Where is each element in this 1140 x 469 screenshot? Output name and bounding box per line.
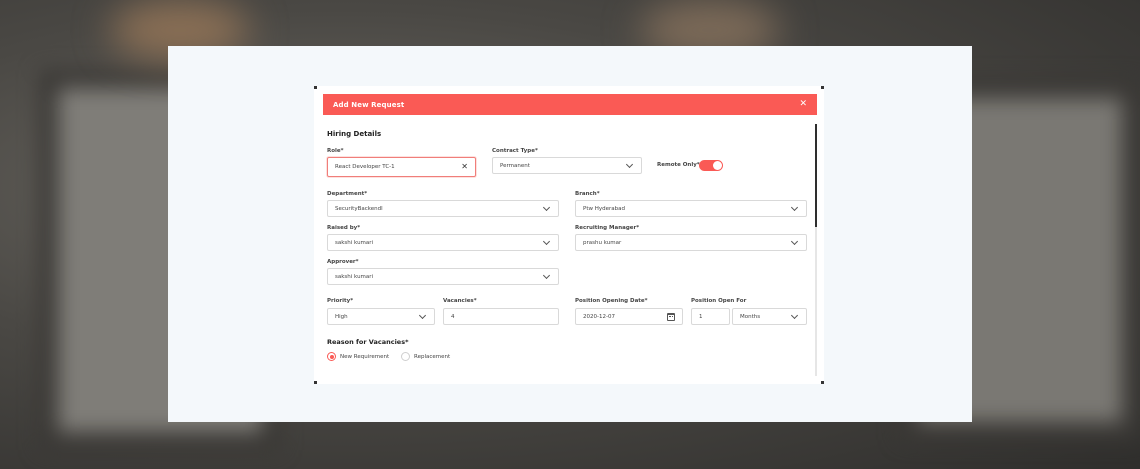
priority-select[interactable]: High <box>327 308 435 325</box>
raised-by-label: Raised by* <box>327 225 361 231</box>
chevron-down-icon <box>542 203 551 211</box>
corner-mark <box>314 381 317 384</box>
scrollbar[interactable] <box>815 124 817 376</box>
calendar-icon[interactable] <box>667 312 675 321</box>
branch-value: Ptw Hyderabad <box>583 205 625 212</box>
position-open-for-label: Position Open For <box>691 298 747 304</box>
position-open-for-unit-select[interactable]: Months <box>732 308 807 325</box>
radio-new-requirement[interactable] <box>327 352 336 361</box>
corner-mark <box>821 86 824 89</box>
contract-type-select[interactable]: Permanent <box>492 157 642 174</box>
recruiting-manager-value: prashu kumar <box>583 239 622 246</box>
radio-replacement-label: Replacement <box>414 354 451 360</box>
remote-only-label: Remote Only* <box>657 162 700 168</box>
radio-new-requirement-label: New Requirement <box>340 354 390 360</box>
chevron-down-icon <box>790 311 799 319</box>
raised-by-select[interactable]: sakshi kumari <box>327 234 559 251</box>
vacancies-input[interactable]: 4 <box>443 308 559 325</box>
branch-select[interactable]: Ptw Hyderabad <box>575 200 807 217</box>
role-input[interactable]: React Developer TC-1 ✕ <box>327 157 476 177</box>
position-opening-date-label: Position Opening Date* <box>575 298 648 304</box>
approver-value: sakshi kumari <box>335 273 374 280</box>
corner-mark <box>821 381 824 384</box>
vacancies-value: 4 <box>451 313 455 320</box>
vacancies-label: Vacancies* <box>443 298 477 304</box>
chevron-down-icon <box>542 237 551 245</box>
chevron-down-icon <box>625 160 634 168</box>
department-select[interactable]: SecurityBackendl <box>327 200 559 217</box>
position-open-for-number: 1 <box>699 313 703 320</box>
radio-replacement[interactable] <box>401 352 410 361</box>
branch-label: Branch* <box>575 191 600 197</box>
modal-title: Add New Request <box>333 100 405 109</box>
position-opening-date-input[interactable]: 2020-12-07 <box>575 308 683 325</box>
recruiting-manager-label: Recruiting Manager* <box>575 225 640 231</box>
modal-header: Add New Request ✕ <box>323 94 817 115</box>
role-label: Role* <box>327 148 344 154</box>
raised-by-value: sakshi kumari <box>335 239 374 246</box>
position-opening-date-value: 2020-12-07 <box>583 313 615 320</box>
contract-type-label: Contract Type* <box>492 148 538 154</box>
contract-type-value: Permanent <box>500 162 530 169</box>
scrollbar-thumb[interactable] <box>815 124 817 227</box>
priority-value: High <box>335 313 348 320</box>
reason-heading: Reason for Vacancies* <box>327 338 409 346</box>
department-label: Department* <box>327 191 368 197</box>
recruiting-manager-select[interactable]: prashu kumar <box>575 234 807 251</box>
department-value: SecurityBackendl <box>335 205 383 212</box>
hiring-details-heading: Hiring Details <box>327 130 382 138</box>
position-open-for-number-input[interactable]: 1 <box>691 308 730 325</box>
clear-icon[interactable]: ✕ <box>461 163 468 171</box>
role-value: React Developer TC-1 <box>335 164 395 170</box>
chevron-down-icon <box>790 237 799 245</box>
chevron-down-icon <box>418 311 427 319</box>
priority-label: Priority* <box>327 298 354 304</box>
close-icon[interactable]: ✕ <box>799 100 807 109</box>
position-open-for-unit: Months <box>740 313 761 320</box>
remote-only-toggle[interactable] <box>699 160 723 171</box>
chevron-down-icon <box>542 271 551 279</box>
corner-mark <box>314 86 317 89</box>
approver-label: Approver* <box>327 259 359 265</box>
approver-select[interactable]: sakshi kumari <box>327 268 559 285</box>
toggle-knob <box>713 161 722 170</box>
add-request-modal: Add New Request ✕ Hiring Details Role* R… <box>314 86 824 384</box>
chevron-down-icon <box>790 203 799 211</box>
